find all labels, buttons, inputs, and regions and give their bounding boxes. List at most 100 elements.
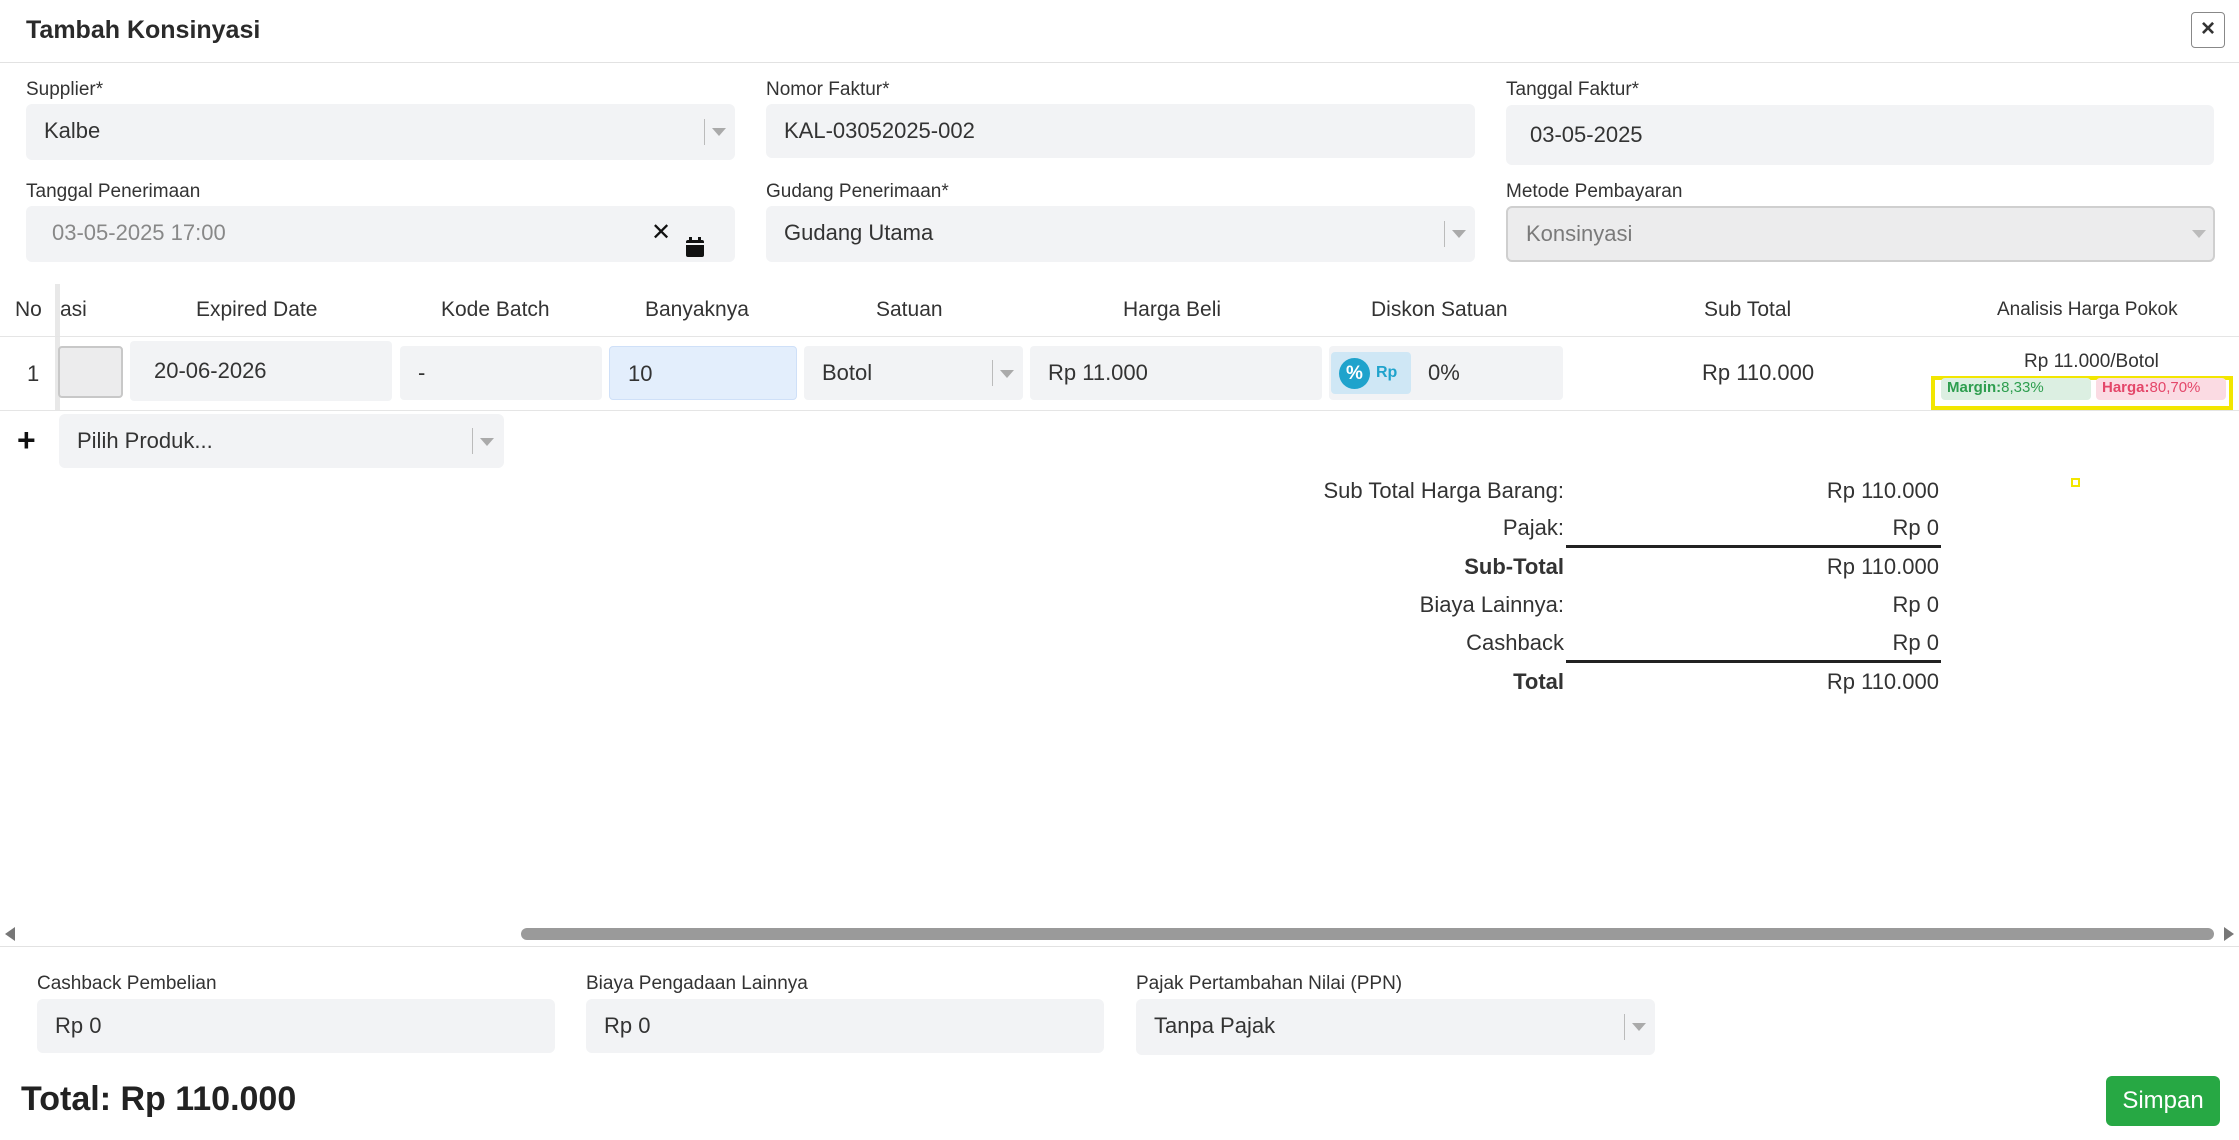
select-separator bbox=[472, 428, 473, 454]
table-row-divider bbox=[0, 410, 2239, 411]
gudang-label: Gudang Penerimaan* bbox=[766, 181, 949, 202]
col-lokasi-header: asi bbox=[60, 298, 87, 321]
margin-label: Margin: bbox=[1947, 379, 2002, 396]
chevron-down-icon bbox=[1632, 1023, 1646, 1031]
margin-value: 8,33% bbox=[2001, 379, 2044, 396]
chevron-down-icon bbox=[1452, 230, 1466, 238]
select-separator bbox=[1444, 221, 1445, 247]
chevron-down-icon bbox=[1000, 370, 1014, 378]
dialog-header bbox=[0, 0, 2239, 63]
margin-badge: Margin:8,33% bbox=[1941, 378, 2091, 400]
unit-select[interactable]: Botol bbox=[804, 346, 1023, 400]
harga-badge: Harga:80,70% bbox=[2096, 378, 2226, 400]
qty-value: 10 bbox=[628, 361, 653, 386]
gudang-select[interactable]: Gudang Utama bbox=[766, 206, 1475, 262]
col-price-header: Harga Beli bbox=[1123, 298, 1222, 321]
save-button[interactable]: Simpan bbox=[2106, 1076, 2220, 1126]
sum-subtotal-value: Rp 110.000 bbox=[1826, 554, 1939, 579]
row-number: 1 bbox=[27, 361, 40, 386]
sum-biaya-value: Rp 0 bbox=[1892, 592, 1939, 617]
biaya-pengadaan-label: Biaya Pengadaan Lainnya bbox=[586, 973, 808, 994]
chevron-down-icon bbox=[480, 438, 494, 446]
supplier-value: Kalbe bbox=[44, 118, 101, 143]
scrollbar-thumb[interactable] bbox=[521, 928, 2214, 940]
discount-value: 0% bbox=[1428, 360, 1460, 385]
tanggal-penerimaan-label: Tanggal Penerimaan bbox=[26, 181, 201, 202]
ppn-select[interactable]: Tanpa Pajak bbox=[1136, 999, 1655, 1055]
col-no-header: No bbox=[15, 298, 42, 321]
metode-label: Metode Pembayaran bbox=[1506, 181, 1683, 202]
sum-pajak-label: Pajak: bbox=[1502, 515, 1564, 540]
scroll-right-icon[interactable] bbox=[2224, 927, 2234, 941]
product-placeholder: Pilih Produk... bbox=[77, 428, 213, 453]
percent-icon[interactable]: % bbox=[1339, 358, 1370, 389]
discount-input[interactable]: % Rp 0% bbox=[1329, 346, 1563, 400]
grand-total: Total: Rp 110.000 bbox=[21, 1080, 297, 1118]
tanggal-faktur-label: Tanggal Faktur* bbox=[1506, 79, 1640, 100]
select-separator bbox=[1624, 1014, 1625, 1040]
metode-value: Konsinyasi bbox=[1526, 221, 1633, 246]
price-value: Rp 11.000 bbox=[1048, 360, 1148, 385]
ppn-label: Pajak Pertambahan Nilai (PPN) bbox=[1136, 973, 1403, 994]
add-product-icon[interactable]: + bbox=[17, 424, 36, 456]
footer-divider bbox=[0, 946, 2239, 947]
sum-total-value: Rp 110.000 bbox=[1826, 669, 1939, 694]
tanggal-faktur-value: 03-05-2025 bbox=[1530, 122, 1643, 147]
sum-divider bbox=[1566, 660, 1941, 663]
nomor-faktur-input[interactable]: KAL-03052025-002 bbox=[766, 104, 1475, 158]
col-expired-header: Expired Date bbox=[196, 298, 318, 321]
expired-date-value: 20-06-2026 bbox=[154, 358, 267, 383]
lokasi-select[interactable] bbox=[58, 346, 123, 398]
dialog-title: Tambah Konsinyasi bbox=[26, 16, 261, 44]
close-button[interactable]: × bbox=[2191, 12, 2225, 48]
harga-label: Harga: bbox=[2102, 379, 2150, 396]
chevron-down-icon bbox=[2192, 230, 2206, 238]
batch-value: - bbox=[418, 360, 426, 385]
col-batch-header: Kode Batch bbox=[441, 298, 550, 321]
metode-select[interactable]: Konsinyasi bbox=[1506, 206, 2215, 262]
unit-value: Botol bbox=[822, 360, 873, 385]
sum-total-label: Total bbox=[1513, 669, 1564, 694]
sum-divider bbox=[1566, 545, 1941, 548]
scroll-left-icon[interactable] bbox=[5, 927, 15, 941]
row-subtotal: Rp 110.000 bbox=[1702, 360, 1815, 385]
sum-cashback-label: Cashback bbox=[1466, 630, 1564, 655]
calendar-icon[interactable] bbox=[686, 223, 704, 257]
col-analysis-header: Analisis Harga Pokok bbox=[1997, 299, 2178, 320]
tanggal-penerimaan-input[interactable]: 03-05-2025 17:00 ✕ bbox=[26, 206, 735, 262]
qty-input[interactable]: 10 bbox=[609, 346, 797, 400]
harga-value: 80,70% bbox=[2149, 379, 2201, 396]
sum-pajak-value: Rp 0 bbox=[1892, 515, 1939, 540]
batch-input[interactable]: - bbox=[400, 346, 602, 400]
highlight-marker bbox=[2071, 478, 2080, 487]
analysis-price: Rp 11.000/Botol bbox=[2024, 351, 2159, 372]
supplier-label: Supplier* bbox=[26, 79, 104, 100]
gudang-value: Gudang Utama bbox=[784, 220, 934, 245]
product-select[interactable]: Pilih Produk... bbox=[59, 414, 504, 468]
col-qty-header: Banyaknya bbox=[645, 298, 749, 321]
cashback-pembelian-value: Rp 0 bbox=[55, 1013, 102, 1038]
table-header-divider bbox=[0, 336, 2239, 337]
clear-icon[interactable]: ✕ bbox=[651, 206, 671, 260]
tanggal-penerimaan-value: 03-05-2025 17:00 bbox=[52, 220, 226, 245]
cashback-pembelian-label: Cashback Pembelian bbox=[37, 973, 217, 994]
col-unit-header: Satuan bbox=[876, 298, 943, 321]
sum-subtotal-barang-label: Sub Total Harga Barang: bbox=[1323, 478, 1564, 503]
cashback-pembelian-input[interactable]: Rp 0 bbox=[37, 999, 555, 1053]
biaya-pengadaan-value: Rp 0 bbox=[604, 1013, 651, 1038]
tanggal-faktur-input[interactable]: 03-05-2025 bbox=[1506, 105, 2214, 165]
ppn-value: Tanpa Pajak bbox=[1154, 1013, 1276, 1038]
expired-date-input[interactable]: 20-06-2026 bbox=[130, 341, 392, 401]
nomor-faktur-label: Nomor Faktur* bbox=[766, 79, 890, 100]
col-discount-header: Diskon Satuan bbox=[1371, 298, 1508, 321]
price-input[interactable]: Rp 11.000 bbox=[1030, 346, 1322, 400]
sum-biaya-label: Biaya Lainnya: bbox=[1419, 592, 1564, 617]
chevron-down-icon bbox=[712, 128, 726, 136]
sum-cashback-value: Rp 0 bbox=[1892, 630, 1939, 655]
select-separator bbox=[704, 119, 705, 145]
col-subtotal-header: Sub Total bbox=[1704, 298, 1792, 321]
biaya-pengadaan-input[interactable]: Rp 0 bbox=[586, 999, 1104, 1053]
supplier-select[interactable]: Kalbe bbox=[26, 104, 735, 160]
select-separator bbox=[992, 360, 993, 386]
rupiah-mode-icon[interactable]: Rp bbox=[1376, 346, 1397, 400]
